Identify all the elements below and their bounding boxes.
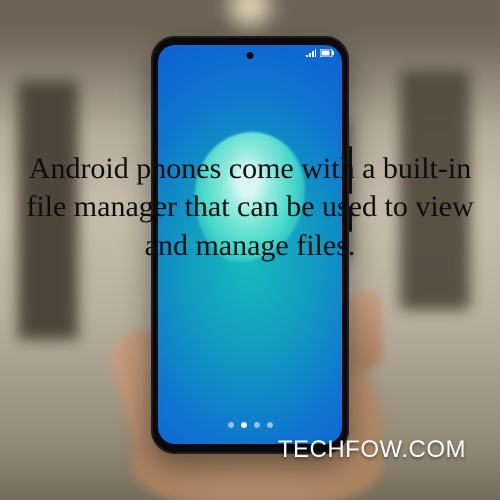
status-bar: [166, 49, 334, 57]
promo-image: Android phones come with a built-in file…: [0, 0, 500, 500]
watermark: TECHFOW.COM: [278, 436, 466, 464]
battery-icon: [320, 49, 334, 57]
finger: [348, 290, 382, 370]
headline-text: Android phones come with a built-in file…: [20, 150, 480, 265]
signal-icon: [306, 49, 316, 57]
page-indicator: [158, 422, 342, 428]
